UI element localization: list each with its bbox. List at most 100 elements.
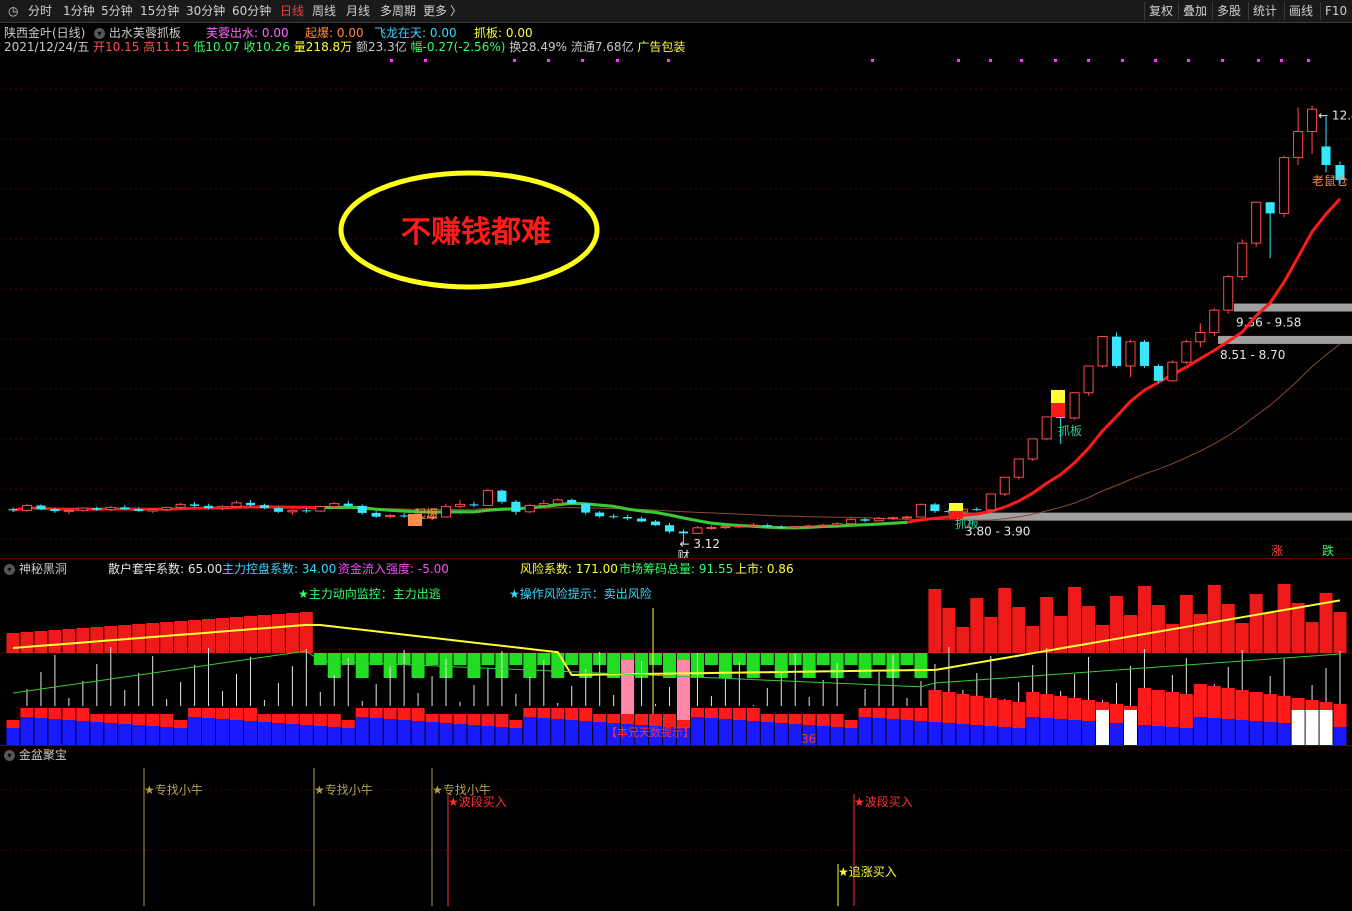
tab-period[interactable]: ◷: [8, 3, 18, 19]
price-chart[interactable]: 3.80 - 3.908.51 - 8.709.36 - 9.58 ← 12.4…: [0, 52, 1352, 558]
sentiment-bar: [900, 653, 914, 665]
tab-monthly[interactable]: 月线: [346, 3, 370, 19]
sentiment-bar: [928, 589, 942, 653]
tab-60min[interactable]: 60分钟: [232, 3, 271, 19]
signal-dot: [1054, 59, 1057, 62]
candle: [231, 500, 242, 508]
fuquan-button[interactable]: 复权: [1144, 2, 1177, 20]
chip-bar-blue: [816, 726, 830, 746]
candle-body: [651, 521, 661, 526]
signal-dot: [871, 59, 874, 62]
sub2-chart[interactable]: ★专找小牛 ★专找小牛 ★专找小牛★波段买入 ★波段买入★追涨买入: [0, 746, 1352, 911]
chip-bar-blue: [704, 718, 718, 746]
chip-bar-red: [1263, 694, 1277, 722]
tab-more[interactable]: 更多: [423, 3, 447, 19]
chevron-right-icon[interactable]: 〉: [450, 3, 462, 19]
sentiment-bar: [858, 653, 872, 678]
high-price-label: ← 12.46: [1318, 108, 1352, 122]
chip-bar-blue: [62, 720, 76, 746]
tab-5min[interactable]: 5分钟: [101, 3, 133, 19]
tab-15min[interactable]: 15分钟: [140, 3, 179, 19]
chevron-down-icon[interactable]: ▾: [94, 28, 105, 39]
chip-bar-red: [411, 708, 425, 721]
chip-bar-red: [313, 714, 327, 726]
sentiment-bar: [90, 627, 104, 653]
tab-fenshi[interactable]: 分时: [28, 3, 52, 19]
signal-dot: [667, 59, 670, 62]
tab-weekly[interactable]: 周线: [312, 3, 336, 19]
candle: [985, 493, 996, 511]
candle-body: [301, 510, 311, 512]
zhuaban-label-1: 抓板: [955, 517, 979, 531]
signal-dot: [424, 59, 427, 62]
candle-body: [259, 505, 269, 509]
candle-body: [190, 504, 200, 506]
chip-bar-red: [216, 708, 230, 719]
sentiment-bar: [1263, 613, 1277, 653]
chip-bar-blue: [760, 722, 774, 746]
tongji-button[interactable]: 统计: [1248, 2, 1281, 20]
candle: [21, 503, 33, 512]
chip-bar-blue: [341, 728, 355, 746]
tab-multi-period[interactable]: 多周期: [380, 3, 416, 19]
sentiment-bar: [1137, 586, 1151, 653]
tab-1min[interactable]: 1分钟: [63, 3, 95, 19]
candle-body: [664, 525, 675, 532]
chip-bar-blue: [467, 725, 481, 746]
chip-bar-blue: [732, 720, 746, 746]
zhuaban-marker-bottom: [1051, 403, 1065, 417]
chip-bar-blue: [104, 723, 118, 746]
chip-bar-blue: [132, 725, 146, 746]
sentiment-bar: [271, 614, 285, 653]
sentiment-bar: [942, 608, 956, 653]
signal-dot: [1121, 59, 1124, 62]
chip-bar-blue: [383, 719, 397, 746]
candle: [511, 499, 521, 515]
chip-bar-red: [132, 714, 146, 725]
chip-bar-red: [76, 708, 90, 721]
sentiment-bar: [1249, 594, 1263, 653]
indicator-name: 出水芙蓉抓板: [108, 26, 181, 40]
sentiment-bar: [509, 653, 523, 665]
candle: [1279, 155, 1290, 218]
qibao-label: 起爆: [414, 507, 438, 521]
candle-body: [567, 499, 577, 504]
candle-body: [804, 525, 815, 528]
duogu-button[interactable]: 多股: [1212, 2, 1245, 20]
chip-bar-blue: [1137, 725, 1151, 746]
chart-annotations: ← 12.46← 3.12财起爆抓板抓板老鼠仓涨跌: [408, 108, 1352, 558]
chip-bar-red: [1249, 692, 1263, 721]
sentiment-bar: [188, 620, 202, 653]
chip-bar-blue: [229, 720, 243, 746]
candle-body: [50, 509, 60, 512]
chip-bar-red: [1277, 696, 1291, 723]
candle: [190, 501, 200, 508]
sub2-grid: [0, 789, 1352, 851]
chip-bar-blue: [1165, 727, 1179, 746]
diejia-button[interactable]: 叠加: [1178, 2, 1211, 20]
sentiment-bar: [523, 653, 537, 678]
candle: [63, 509, 74, 515]
chip-bar-blue: [523, 717, 537, 746]
candle-body: [134, 509, 144, 512]
chip-bar-white: [1096, 710, 1110, 746]
chip-bar-red: [1137, 688, 1151, 725]
huaxian-button[interactable]: 画线: [1284, 2, 1317, 20]
chip-bar-red: [858, 708, 872, 717]
f10-button[interactable]: F10: [1320, 2, 1351, 20]
chip-bar-red: [956, 694, 970, 724]
candle: [440, 503, 452, 518]
sentiment-bar: [649, 653, 663, 665]
candle-body: [105, 506, 116, 511]
candle: [1083, 365, 1094, 396]
candle-body: [818, 524, 829, 527]
chip-bar-blue: [1068, 720, 1082, 746]
tab-30min[interactable]: 30分钟: [186, 3, 225, 19]
chip-bar-red: [635, 714, 649, 725]
sub1-chart[interactable]: 【本兄天数提示】 36: [0, 560, 1352, 746]
candle: [482, 488, 493, 506]
tab-daily[interactable]: 日线: [280, 3, 304, 19]
candle: [1237, 239, 1248, 281]
chip-bar-red: [537, 708, 551, 718]
candle-body: [161, 506, 172, 511]
